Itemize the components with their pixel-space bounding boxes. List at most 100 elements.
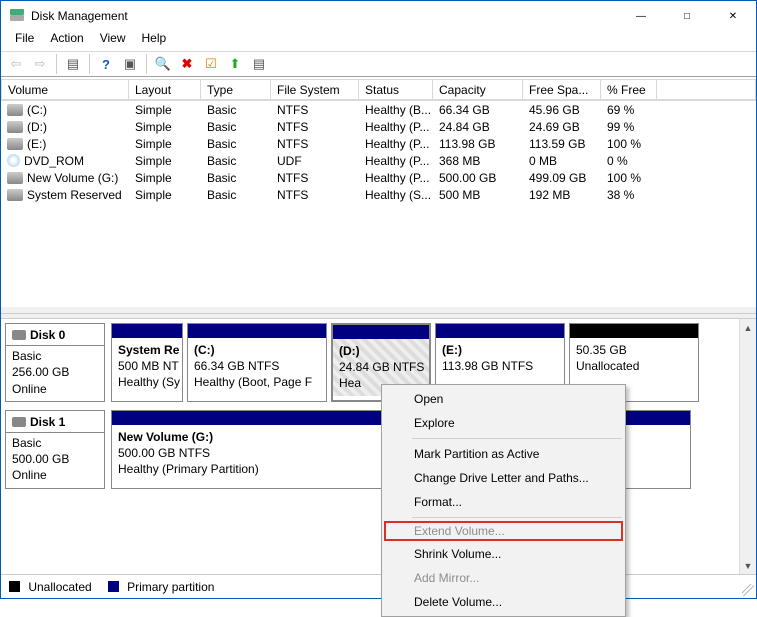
window-title: Disk Management [31, 9, 128, 23]
disk-management-window: Disk Management — □ ✕ File Action View H… [0, 0, 757, 599]
volume-row[interactable]: System ReservedSimpleBasicNTFSHealthy (S… [1, 186, 756, 203]
show-hide-console-tree-button[interactable]: ▤ [62, 53, 84, 75]
maximize-button[interactable]: □ [664, 1, 710, 31]
disk-type: Basic [12, 348, 98, 364]
volume-layout: Simple [129, 188, 201, 202]
ctx-delete[interactable]: Delete Volume... [384, 590, 623, 614]
titlebar: Disk Management — □ ✕ [1, 1, 756, 31]
menu-help[interactable]: Help [134, 29, 175, 47]
col-freespace[interactable]: Free Spa... [523, 79, 601, 100]
col-volume[interactable]: Volume [1, 79, 129, 100]
help-button[interactable]: ? [95, 53, 117, 75]
back-button[interactable]: ⇦ [5, 53, 27, 75]
ctx-format[interactable]: Format... [384, 490, 623, 514]
ctx-add-mirror: Add Mirror... [384, 566, 623, 590]
volume-free: 499.09 GB [523, 171, 601, 185]
volume-layout: Simple [129, 154, 201, 168]
refresh-button[interactable]: 🔍 [152, 53, 174, 75]
check-icon[interactable]: ☑ [200, 53, 222, 75]
menu-action[interactable]: Action [42, 29, 91, 47]
volume-capacity: 66.34 GB [433, 103, 523, 117]
col-status[interactable]: Status [359, 79, 433, 100]
ctx-extend-highlight: Extend Volume... [384, 521, 623, 541]
disk-state: Online [12, 467, 98, 483]
drive-icon [7, 172, 23, 184]
partition-status: Healthy (Sy [118, 375, 180, 389]
legend-unallocated-swatch [9, 581, 20, 592]
ctx-open[interactable]: Open [384, 387, 623, 411]
volume-name: DVD_ROM [24, 154, 84, 168]
disk-size: 500.00 GB [12, 451, 98, 467]
ctx-explore[interactable]: Explore [384, 411, 623, 435]
disk-info[interactable]: Disk 0Basic256.00 GBOnline [5, 323, 105, 402]
disk-type: Basic [12, 435, 98, 451]
action-icon[interactable]: ⬆ [224, 53, 246, 75]
volume-filesystem: NTFS [271, 120, 359, 134]
volume-type: Basic [201, 154, 271, 168]
partition-status: Healthy (Boot, Page F [194, 375, 312, 389]
volume-filesystem: NTFS [271, 188, 359, 202]
volume-capacity: 113.98 GB [433, 137, 523, 151]
partition-color-bar [570, 324, 698, 338]
volume-row[interactable]: New Volume (G:)SimpleBasicNTFSHealthy (P… [1, 169, 756, 186]
vertical-scrollbar[interactable]: ▲ ▼ [739, 319, 756, 574]
col-type[interactable]: Type [201, 79, 271, 100]
disk-icon [12, 330, 26, 340]
properties-button[interactable]: ▤ [248, 53, 270, 75]
close-button[interactable]: ✕ [710, 1, 756, 31]
toolbar: ⇦ ⇨ ▤ ? ▣ 🔍 ✖ ☑ ⬆ ▤ [1, 51, 756, 77]
legend-primary: Primary partition [108, 580, 215, 594]
ctx-extend[interactable]: Extend Volume... [414, 524, 505, 538]
volume-pctfree: 100 % [601, 137, 657, 151]
disk-info[interactable]: Disk 1Basic500.00 GBOnline [5, 410, 105, 489]
scroll-up-button[interactable]: ▲ [740, 319, 757, 336]
scroll-down-button[interactable]: ▼ [740, 557, 757, 574]
partition-status: Unallocated [576, 359, 639, 373]
ctx-mark-active[interactable]: Mark Partition as Active [384, 442, 623, 466]
volume-filesystem: UDF [271, 154, 359, 168]
volume-pctfree: 100 % [601, 171, 657, 185]
menu-view[interactable]: View [92, 29, 134, 47]
minimize-button[interactable]: — [618, 1, 664, 31]
disk-label: Disk 0 [30, 327, 65, 343]
ctx-shrink[interactable]: Shrink Volume... [384, 542, 623, 566]
volume-row[interactable]: (E:)SimpleBasicNTFSHealthy (P...113.98 G… [1, 135, 756, 152]
drive-icon [7, 104, 23, 116]
partition-title: (C:) [194, 343, 215, 357]
volume-pctfree: 99 % [601, 120, 657, 134]
delete-icon[interactable]: ✖ [176, 53, 198, 75]
resize-grip[interactable] [742, 584, 754, 596]
volume-capacity: 500.00 GB [433, 171, 523, 185]
volume-row[interactable]: (D:)SimpleBasicNTFSHealthy (P...24.84 GB… [1, 118, 756, 135]
volume-status: Healthy (P... [359, 171, 433, 185]
volume-free: 24.69 GB [523, 120, 601, 134]
partition-color-bar [333, 325, 429, 339]
ctx-change-letter[interactable]: Change Drive Letter and Paths... [384, 466, 623, 490]
volume-status: Healthy (B... [359, 103, 433, 117]
volume-status: Healthy (P... [359, 137, 433, 151]
partition-title: (E:) [442, 343, 462, 357]
col-filesystem[interactable]: File System [271, 79, 359, 100]
disk-state: Online [12, 381, 98, 397]
volume-type: Basic [201, 171, 271, 185]
volume-row[interactable]: DVD_ROMSimpleBasicUDFHealthy (P...368 MB… [1, 152, 756, 169]
menu-file[interactable]: File [7, 29, 42, 47]
partition[interactable]: (C:)66.34 GB NTFSHealthy (Boot, Page F [187, 323, 327, 402]
volume-row[interactable]: (C:)SimpleBasicNTFSHealthy (B...66.34 GB… [1, 101, 756, 118]
volume-list[interactable]: (C:)SimpleBasicNTFSHealthy (B...66.34 GB… [1, 101, 756, 313]
volume-name: (C:) [27, 103, 47, 117]
forward-button[interactable]: ⇨ [29, 53, 51, 75]
dvd-icon [7, 154, 20, 167]
col-capacity[interactable]: Capacity [433, 79, 523, 100]
settings-button[interactable]: ▣ [119, 53, 141, 75]
partition[interactable]: System Re500 MB NTHealthy (Sy [111, 323, 183, 402]
volume-free: 0 MB [523, 154, 601, 168]
menubar: File Action View Help [1, 31, 756, 51]
partition-size: 50.35 GB [576, 343, 627, 357]
volume-status: Healthy (P... [359, 154, 433, 168]
volume-layout: Simple [129, 120, 201, 134]
col-pctfree[interactable]: % Free [601, 79, 657, 100]
col-layout[interactable]: Layout [129, 79, 201, 100]
app-icon [9, 8, 25, 24]
volume-list-header: Volume Layout Type File System Status Ca… [1, 79, 756, 101]
